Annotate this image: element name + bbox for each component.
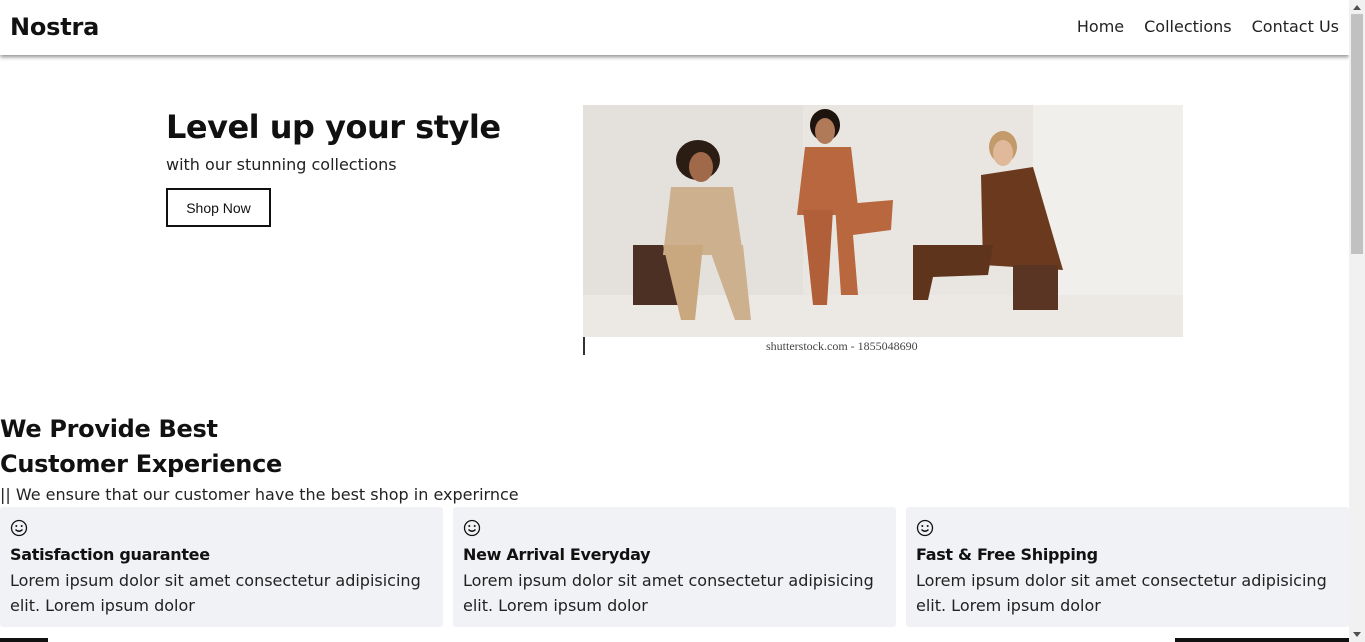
fashion-models-photo — [583, 105, 1183, 337]
divider — [0, 638, 48, 642]
scroll-down-arrow-icon[interactable] — [1353, 632, 1361, 637]
nav-contact-link[interactable]: Contact Us — [1252, 17, 1339, 36]
main-nav: Home Collections Contact Us — [1077, 17, 1339, 36]
brand-logo[interactable]: Nostra — [10, 13, 99, 41]
hero-subtitle: with our stunning collections — [166, 155, 397, 174]
feature-card-title: New Arrival Everyday — [463, 545, 651, 564]
nav-collections-link[interactable]: Collections — [1144, 17, 1231, 36]
scroll-up-arrow-icon[interactable] — [1353, 5, 1361, 10]
feature-card: Fast & Free Shipping Lorem ipsum dolor s… — [906, 507, 1349, 627]
page-scrollbar[interactable] — [1349, 0, 1365, 642]
feature-card-title: Fast & Free Shipping — [916, 545, 1098, 564]
hero-title: Level up your style — [166, 108, 501, 146]
section-title-line1: We Provide Best — [0, 415, 218, 443]
hero-image: shutterstock.com - 1855048690 — [583, 105, 1183, 355]
shop-now-button[interactable]: Shop Now — [166, 188, 271, 227]
feature-card: New Arrival Everyday Lorem ipsum dolor s… — [453, 507, 896, 627]
section-title: We Provide Best Customer Experience — [0, 412, 282, 482]
scroll-thumb[interactable] — [1351, 14, 1363, 254]
feature-card: Satisfaction guarantee Lorem ipsum dolor… — [0, 507, 443, 627]
feature-card-text: Lorem ipsum dolor sit amet consectetur a… — [916, 571, 1327, 615]
smile-icon — [10, 519, 28, 537]
site-header: Nostra Home Collections Contact Us — [0, 0, 1349, 55]
section-title-line2: Customer Experience — [0, 450, 282, 478]
section-description: || We ensure that our customer have the … — [0, 485, 519, 504]
feature-card-title: Satisfaction guarantee — [10, 545, 210, 564]
feature-card-text: Lorem ipsum dolor sit amet consectetur a… — [463, 571, 874, 615]
page: Nostra Home Collections Contact Us Level… — [0, 0, 1349, 642]
smile-icon — [916, 519, 934, 537]
feature-cards: Satisfaction guarantee Lorem ipsum dolor… — [0, 507, 1349, 627]
feature-card-text: Lorem ipsum dolor sit amet consectetur a… — [10, 571, 421, 615]
nav-home-link[interactable]: Home — [1077, 17, 1124, 36]
divider — [1175, 638, 1349, 642]
image-watermark: shutterstock.com - 1855048690 — [766, 339, 918, 353]
image-edge — [583, 337, 585, 355]
smile-icon — [463, 519, 481, 537]
